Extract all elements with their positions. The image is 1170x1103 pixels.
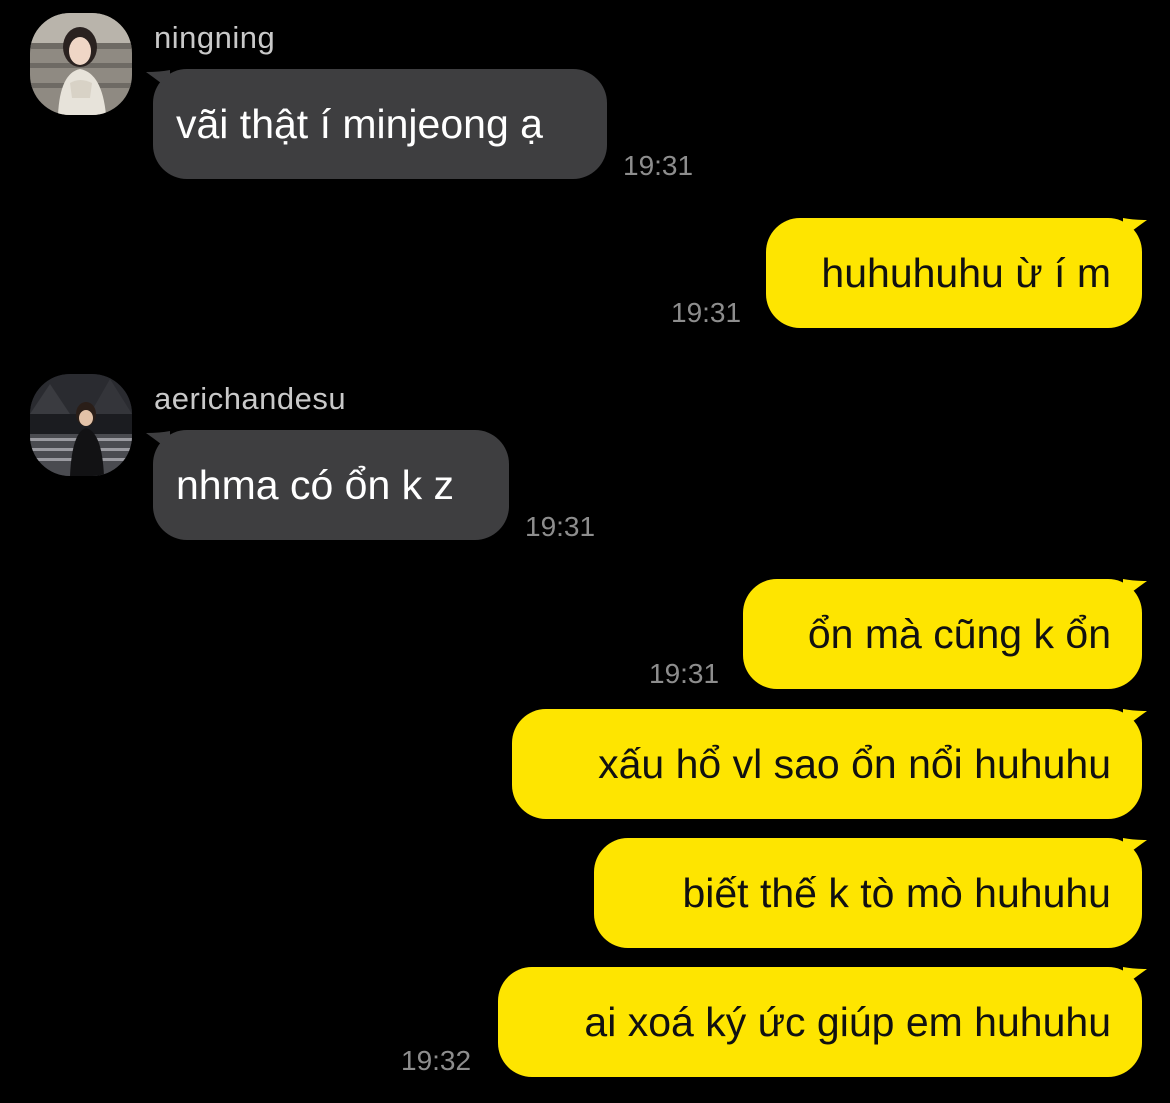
avatar-ningning[interactable] xyxy=(30,13,132,115)
message-time: 19:31 xyxy=(525,511,596,542)
message-bubble-outgoing[interactable]: huhuhuhu ừ í m xyxy=(766,218,1142,328)
sender-name: ningning xyxy=(154,20,276,55)
message-text: ổn mà cũng k ổn xyxy=(807,610,1111,657)
message-time: 19:31 xyxy=(623,150,694,181)
message-text: nhma có ổn k z xyxy=(176,461,455,508)
message-text: biết thế k tò mò huhuhu xyxy=(682,869,1111,916)
message-time: 19:32 xyxy=(401,1045,472,1076)
message-time: 19:31 xyxy=(649,658,720,689)
message-bubble-outgoing[interactable]: biết thế k tò mò huhuhu xyxy=(594,838,1142,948)
message-bubble-incoming[interactable]: vãi thật í minjeong ạ xyxy=(153,69,607,179)
profile-photo-aerichandesu xyxy=(30,374,132,476)
message-bubble-incoming[interactable]: nhma có ổn k z xyxy=(153,430,509,540)
message-bubble-outgoing[interactable]: xấu hổ vl sao ổn nổi huhuhu xyxy=(512,709,1142,819)
sender-name: aerichandesu xyxy=(154,381,347,416)
profile-photo-ningning xyxy=(30,13,132,115)
message-time: 19:31 xyxy=(671,297,742,328)
message-bubble-outgoing[interactable]: ổn mà cũng k ổn xyxy=(743,579,1142,689)
message-text: huhuhuhu ừ í m xyxy=(821,249,1111,296)
message-text: xấu hổ vl sao ổn nổi huhuhu xyxy=(598,740,1111,787)
avatar-aerichandesu[interactable] xyxy=(30,374,132,476)
message-text: vãi thật í minjeong ạ xyxy=(176,100,543,147)
message-bubble-outgoing[interactable]: ai xoá ký ức giúp em huhuhu xyxy=(498,967,1142,1077)
message-text: ai xoá ký ức giúp em huhuhu xyxy=(584,998,1111,1045)
